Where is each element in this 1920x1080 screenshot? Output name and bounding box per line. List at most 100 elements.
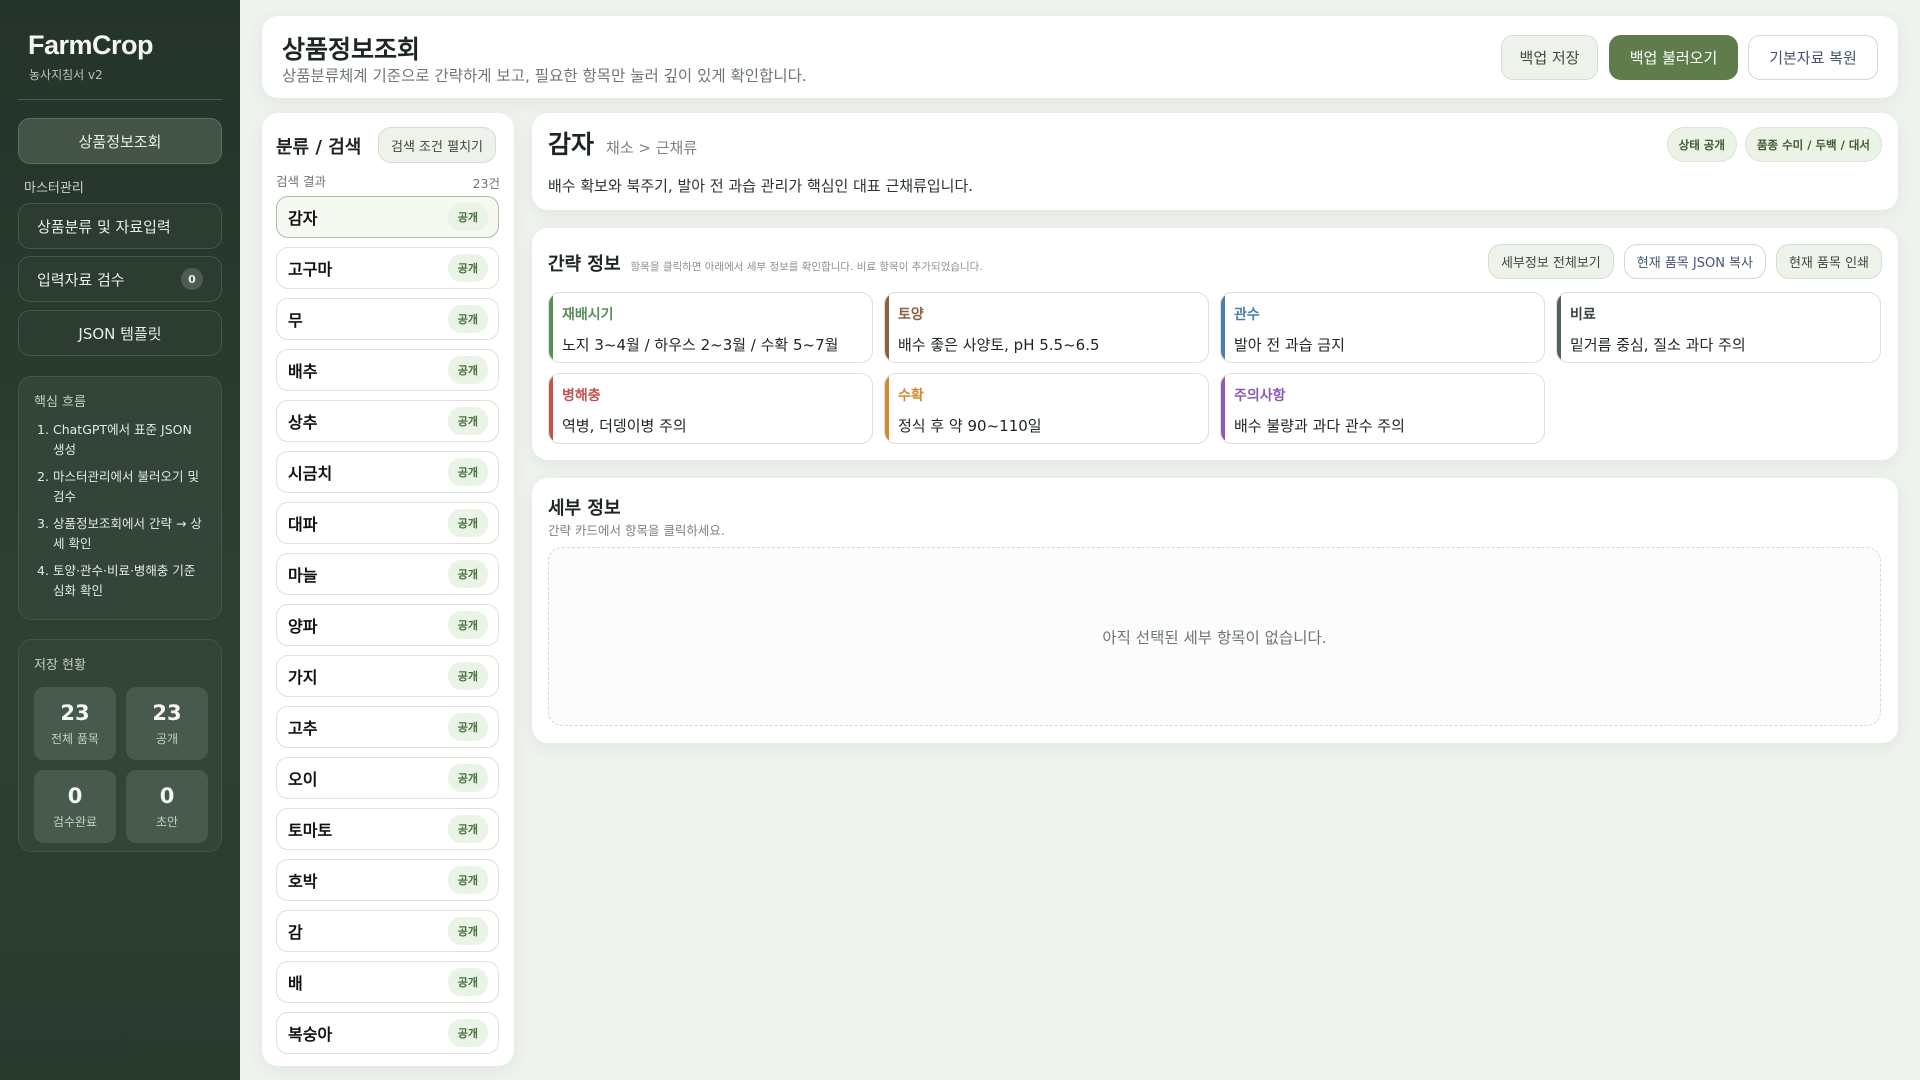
brief-card-pests[interactable]: 병해충 역병, 더뎅이병 주의 [548,373,873,444]
nav-label: 상품분류 및 자료입력 [37,217,171,236]
brief-card-title: 토양 [898,307,924,323]
crop-list-item[interactable]: 상추 공개 [276,400,499,442]
brief-card-title: 수확 [898,388,924,404]
crop-list-item[interactable]: 복숭아 공개 [276,1012,499,1054]
page-header: 상품정보조회 상품분류체계 기준으로 간략하게 보고, 필요한 항목만 눌러 깊… [262,16,1898,98]
flow-step: 1. ChatGPT에서 표준 JSON 생성 [37,420,207,460]
stat-label: 검수완료 [52,814,98,829]
crop-name: 고추 [288,719,318,738]
status-badge: 공개 [447,917,488,945]
crop-name: 무 [288,311,303,330]
flow-title: 핵심 흐름 [34,395,86,410]
product-breadcrumb: 채소 > 근채류 [606,139,698,157]
print-button[interactable]: 현재 품목 인쇄 [1775,244,1882,279]
search-panel: 분류 / 검색 검색 조건 펼치기 검색 결과 23건 감자 공개 고구마 공개 무 공개… [262,113,514,1066]
nav-input-review[interactable]: 입력자료 검수 0 [18,256,222,302]
status-badge: 공개 [447,356,488,384]
crop-name: 배 [288,974,303,993]
nav-label: JSON 템플릿 [78,324,162,343]
status-badge: 공개 [447,611,488,639]
crop-list-item[interactable]: 마늘 공개 [276,553,499,595]
view-all-details-button[interactable]: 세부정보 전체보기 [1487,244,1614,279]
step-number: 2. [37,469,49,484]
crop-list-item[interactable]: 감자 공개 [276,196,499,238]
crop-name: 고구마 [288,260,333,279]
stat-label: 초안 [155,814,179,829]
flow-step: 2. 마스터관리에서 불러오기 및 검수 [37,467,207,507]
status-badge: 공개 [447,713,488,741]
status-badge: 공개 [447,1019,488,1047]
brand-logo: FarmCrop [28,30,154,60]
crop-list-item[interactable]: 배 공개 [276,961,499,1003]
product-name: 감자 [548,130,595,159]
brief-title: 간략 정보 [548,254,621,275]
crop-list-item[interactable]: 호박 공개 [276,859,499,901]
brief-card-irrigation[interactable]: 관수 발아 전 과습 금지 [1220,292,1545,363]
crop-list-item[interactable]: 양파 공개 [276,604,499,646]
brief-card-title: 비료 [1570,307,1596,323]
crop-list-item[interactable]: 고추 공개 [276,706,499,748]
brief-card-title: 주의사항 [1234,388,1286,404]
status-badge: 공개 [447,254,488,282]
stat-value: 23 [152,700,182,725]
stat-label: 전체 품목 [51,731,99,746]
brief-card-title: 관수 [1234,307,1260,323]
search-title: 분류 / 검색 [276,137,362,158]
expand-search-button[interactable]: 검색 조건 펼치기 [378,127,496,163]
crop-list-item[interactable]: 시금치 공개 [276,451,499,493]
stat-label: 공개 [155,731,179,746]
status-badge: 공개 [447,560,488,588]
crop-list-item[interactable]: 고구마 공개 [276,247,499,289]
step-text: ChatGPT에서 표준 JSON 생성 [53,422,192,457]
detail-title: 세부 정보 [548,498,621,519]
nav-category-input[interactable]: 상품분류 및 자료입력 [18,203,222,249]
backup-load-button[interactable]: 백업 불러오기 [1609,35,1738,80]
nav-product-info[interactable]: 상품정보조회 [18,118,222,164]
restore-defaults-button[interactable]: 기본자료 복원 [1748,35,1878,80]
brief-card-cautions[interactable]: 주의사항 배수 불량과 과다 관수 주의 [1220,373,1545,444]
divider [18,99,222,100]
brief-card-planting-period[interactable]: 재배시기 노지 3~4월 / 하우스 2~3월 / 수확 5~7월 [548,292,873,363]
detail-info-card: 세부 정보 간략 카드에서 항목을 클릭하세요. 아직 선택된 세부 항목이 없… [532,478,1898,743]
brief-info-card: 간략 정보 항목을 클릭하면 아래에서 세부 정보를 확인합니다. 비료 항목이… [532,228,1898,460]
status-badge: 공개 [447,866,488,894]
detail-empty-state: 아직 선택된 세부 항목이 없습니다. [548,547,1881,726]
nav-label: 입력자료 검수 [37,270,125,289]
storage-status-panel: 저장 현황 23 전체 품목 23 공개 0 검수완료 0 초안 [18,639,222,852]
brief-card-fertilizer[interactable]: 비료 밑거름 중심, 질소 과다 주의 [1556,292,1881,363]
crop-list-item[interactable]: 무 공개 [276,298,499,340]
backup-save-button[interactable]: 백업 저장 [1501,35,1598,80]
stat-draft: 0 초안 [126,770,208,843]
stat-total: 23 전체 품목 [34,687,116,760]
stat-public: 23 공개 [126,687,208,760]
brief-card-harvest[interactable]: 수확정식 후 약 90~110일 [884,373,1209,444]
status-badge: 공개 [447,509,488,537]
nav-json-template[interactable]: JSON 템플릿 [18,310,222,356]
crop-list-item[interactable]: 오이 공개 [276,757,499,799]
crop-list-item[interactable]: 감 공개 [276,910,499,952]
status-badge: 공개 [447,968,488,996]
crop-name: 오이 [288,770,318,789]
flow-step: 3. 상품정보조회에서 간략 → 상세 확인 [37,514,207,554]
variety-chip: 품종 수미 / 두백 / 대서 [1744,127,1882,162]
crop-name: 복숭아 [288,1025,333,1044]
crop-name: 호박 [288,872,318,891]
brand-subtitle: 농사지침서 v2 [29,68,103,82]
section-label-master: 마스터관리 [24,181,84,196]
crop-list-item[interactable]: 배추 공개 [276,349,499,391]
crop-name: 가지 [288,668,318,687]
crop-name: 마늘 [288,566,318,585]
flow-panel: 핵심 흐름 1. ChatGPT에서 표준 JSON 생성 2. 마스터관리에서 불… [18,376,222,620]
brief-hint: 항목을 클릭하면 아래에서 세부 정보를 확인합니다. 비료 항목이 추가되었습… [630,261,983,273]
crop-list-item[interactable]: 토마토 공개 [276,808,499,850]
brief-card-soil[interactable]: 토양 배수 좋은 사양토, pH 5.5~6.5 [884,292,1209,363]
brief-card-text: 정식 후 약 90~110일 [898,417,1042,435]
flow-step: 4. 토양·관수·비료·병해충 기준 심화 확인 [37,561,207,601]
nav-label: 상품정보조회 [78,132,162,151]
crop-list-item[interactable]: 가지 공개 [276,655,499,697]
crop-name: 시금치 [288,464,333,483]
copy-json-button[interactable]: 현재 품목 JSON 복사 [1623,244,1766,279]
crop-list-item[interactable]: 대파 공개 [276,502,499,544]
crop-name: 상추 [288,413,318,432]
brief-card-title: 병해충 [562,388,601,404]
